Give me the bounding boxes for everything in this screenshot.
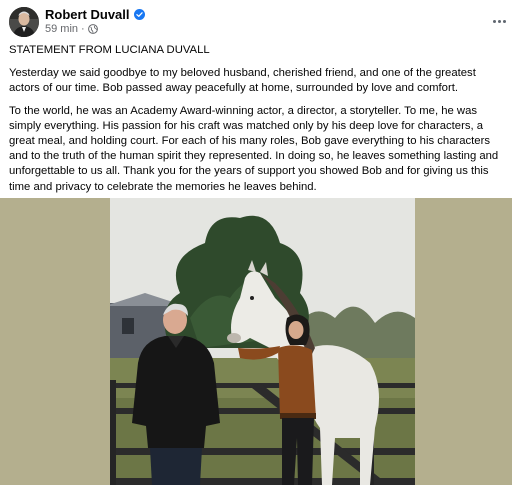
post-media xyxy=(0,198,512,485)
post-body: STATEMENT FROM LUCIANA DUVALL Yesterday … xyxy=(9,43,509,202)
author-name-row: Robert Duvall xyxy=(45,7,145,22)
author-name[interactable]: Robert Duvall xyxy=(45,7,130,22)
post-timestamp[interactable]: 59 min xyxy=(45,23,78,35)
avatar[interactable] xyxy=(9,7,39,37)
post-photo[interactable] xyxy=(110,198,415,485)
more-options-icon[interactable] xyxy=(491,13,507,29)
avatar-image xyxy=(9,7,39,37)
post-paragraph: Yesterday we said goodbye to my beloved … xyxy=(9,67,476,95)
globe-icon xyxy=(87,24,98,34)
post-header: Robert Duvall 59 min · xyxy=(0,0,512,44)
post-paragraph: To the world, he was an Academy Award-wi… xyxy=(9,104,499,193)
post-meta: 59 min · xyxy=(45,23,98,35)
meta-separator: · xyxy=(81,23,85,35)
post-headline: STATEMENT FROM LUCIANA DUVALL xyxy=(9,44,210,56)
photo-image xyxy=(110,198,415,485)
verified-badge-icon xyxy=(133,9,145,20)
